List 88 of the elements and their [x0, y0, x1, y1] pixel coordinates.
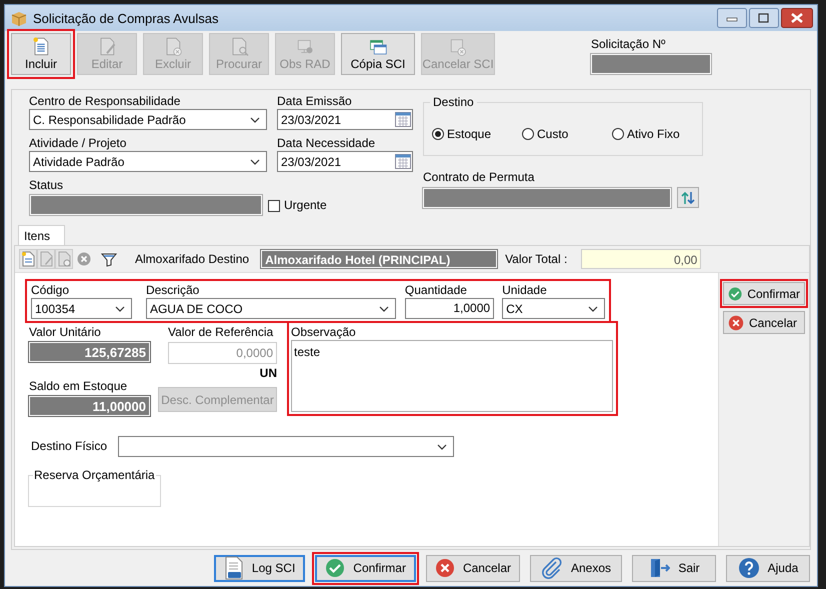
field-label: Data Necessidade: [277, 136, 376, 151]
filter-icon[interactable]: [101, 251, 117, 267]
readonly-field[interactable]: [423, 188, 671, 208]
box-icon: [11, 10, 27, 26]
calendar-icon[interactable]: [395, 112, 411, 127]
field-label: Valor Total :: [505, 252, 568, 266]
window-title: Solicitação de Compras Avulsas: [33, 10, 220, 26]
toolbar-button[interactable]: Incluir: [11, 33, 71, 75]
unit-label: UN: [260, 366, 277, 380]
date-field[interactable]: 23/03/2021: [277, 109, 413, 130]
readonly-field[interactable]: Almoxarifado Hotel (PRINCIPAL): [261, 250, 498, 268]
calendar-icon[interactable]: [395, 154, 411, 169]
group-title: Reserva Orçamentária: [33, 468, 156, 482]
dropdown-field[interactable]: 100354: [31, 298, 132, 319]
radio-button[interactable]: [612, 128, 624, 140]
notes-field[interactable]: teste: [291, 340, 613, 412]
footer-button[interactable]: Ajuda: [726, 554, 810, 582]
readonly-field[interactable]: 125,67285: [29, 342, 150, 362]
side-button[interactable]: Confirmar: [723, 282, 805, 305]
caret-icon: [378, 306, 389, 312]
quantity-field[interactable]: 1,0000: [404, 298, 494, 319]
new-item-button[interactable]: [19, 249, 37, 269]
help-icon: [738, 557, 760, 579]
new-document-icon: [21, 251, 35, 267]
date-field[interactable]: 23/03/2021: [277, 151, 413, 172]
checkbox[interactable]: [268, 200, 280, 212]
field-label: Unidade: [502, 283, 548, 298]
exit-door-icon: [648, 557, 670, 579]
caret-icon: [588, 306, 598, 312]
dropdown-field[interactable]: AGUA DE COCO: [146, 298, 396, 319]
field-label: Data Emissão: [277, 94, 353, 109]
field-label: Código: [31, 283, 70, 298]
radio-button[interactable]: [522, 128, 534, 140]
cancel-icon: [434, 558, 455, 578]
field-label: Descrição: [146, 283, 200, 298]
cancel-icon[interactable]: [77, 252, 91, 266]
check-icon: [325, 558, 346, 578]
total-field[interactable]: 0,00: [581, 249, 702, 269]
readonly-field[interactable]: [30, 195, 262, 215]
radio-label: Ativo Fixo: [627, 126, 680, 142]
delete-document-icon: [57, 251, 71, 267]
field-label: Almoxarifado Destino: [135, 252, 250, 266]
caret-icon: [250, 158, 260, 164]
cancel-icon: [728, 314, 744, 330]
log-document-icon: [224, 556, 244, 580]
tab[interactable]: Itens: [18, 225, 66, 245]
reference-value-field[interactable]: 0,0000: [168, 342, 277, 364]
dropdown-field[interactable]: [118, 436, 454, 457]
footer-button[interactable]: Cancelar: [426, 554, 520, 582]
field-label: Destino Físico: [31, 439, 108, 453]
caret-icon: [437, 444, 447, 450]
footer-button[interactable]: Anexos: [530, 554, 622, 582]
edit-document-icon: [39, 251, 53, 267]
field-label: Valor de Referência: [168, 325, 274, 340]
caret-icon: [114, 306, 125, 312]
dropdown-field[interactable]: CX: [502, 298, 605, 319]
caret-icon: [250, 116, 260, 122]
close-button[interactable]: [781, 8, 813, 28]
dropdown-field[interactable]: Atividade Padrão: [29, 151, 267, 172]
group-title: Destino: [430, 95, 477, 109]
field-label: Atividade / Projeto: [29, 136, 128, 151]
field-label: Quantidade: [404, 283, 468, 298]
toolbar-button[interactable]: Cópia SCI: [341, 33, 415, 75]
delete-item-button[interactable]: [55, 249, 73, 269]
field-label: Contrato de Permuta: [423, 170, 534, 184]
readonly-field[interactable]: 11,00000: [29, 396, 150, 416]
field-label: Saldo em Estoque: [29, 379, 128, 393]
radio-button[interactable]: [432, 128, 444, 140]
footer-button[interactable]: Sair: [632, 554, 716, 582]
check-icon: [728, 286, 742, 302]
field-label: Observação: [291, 325, 357, 340]
field-label: Status: [29, 178, 64, 193]
dropdown-field[interactable]: C. Responsabilidade Padrão: [29, 109, 267, 130]
footer-button[interactable]: Log SCI: [214, 554, 306, 582]
checkbox-label: Urgente: [284, 198, 327, 213]
maximize-button[interactable]: [749, 8, 779, 28]
minimize-button[interactable]: [717, 8, 747, 28]
field-label: Centro de Responsabilidade: [29, 94, 182, 109]
readonly-field[interactable]: [591, 54, 711, 74]
swap-arrows-icon: [681, 190, 695, 204]
side-button[interactable]: Cancelar: [723, 311, 805, 334]
radio-label: Estoque: [447, 126, 492, 142]
radio-label: Custo: [537, 126, 568, 142]
swap-button[interactable]: [677, 187, 699, 208]
paperclip-icon: [540, 557, 563, 579]
field-label: Valor Unitário: [29, 325, 102, 340]
footer-button[interactable]: Confirmar: [315, 554, 416, 582]
field-label: Solicitação Nº: [591, 37, 666, 52]
